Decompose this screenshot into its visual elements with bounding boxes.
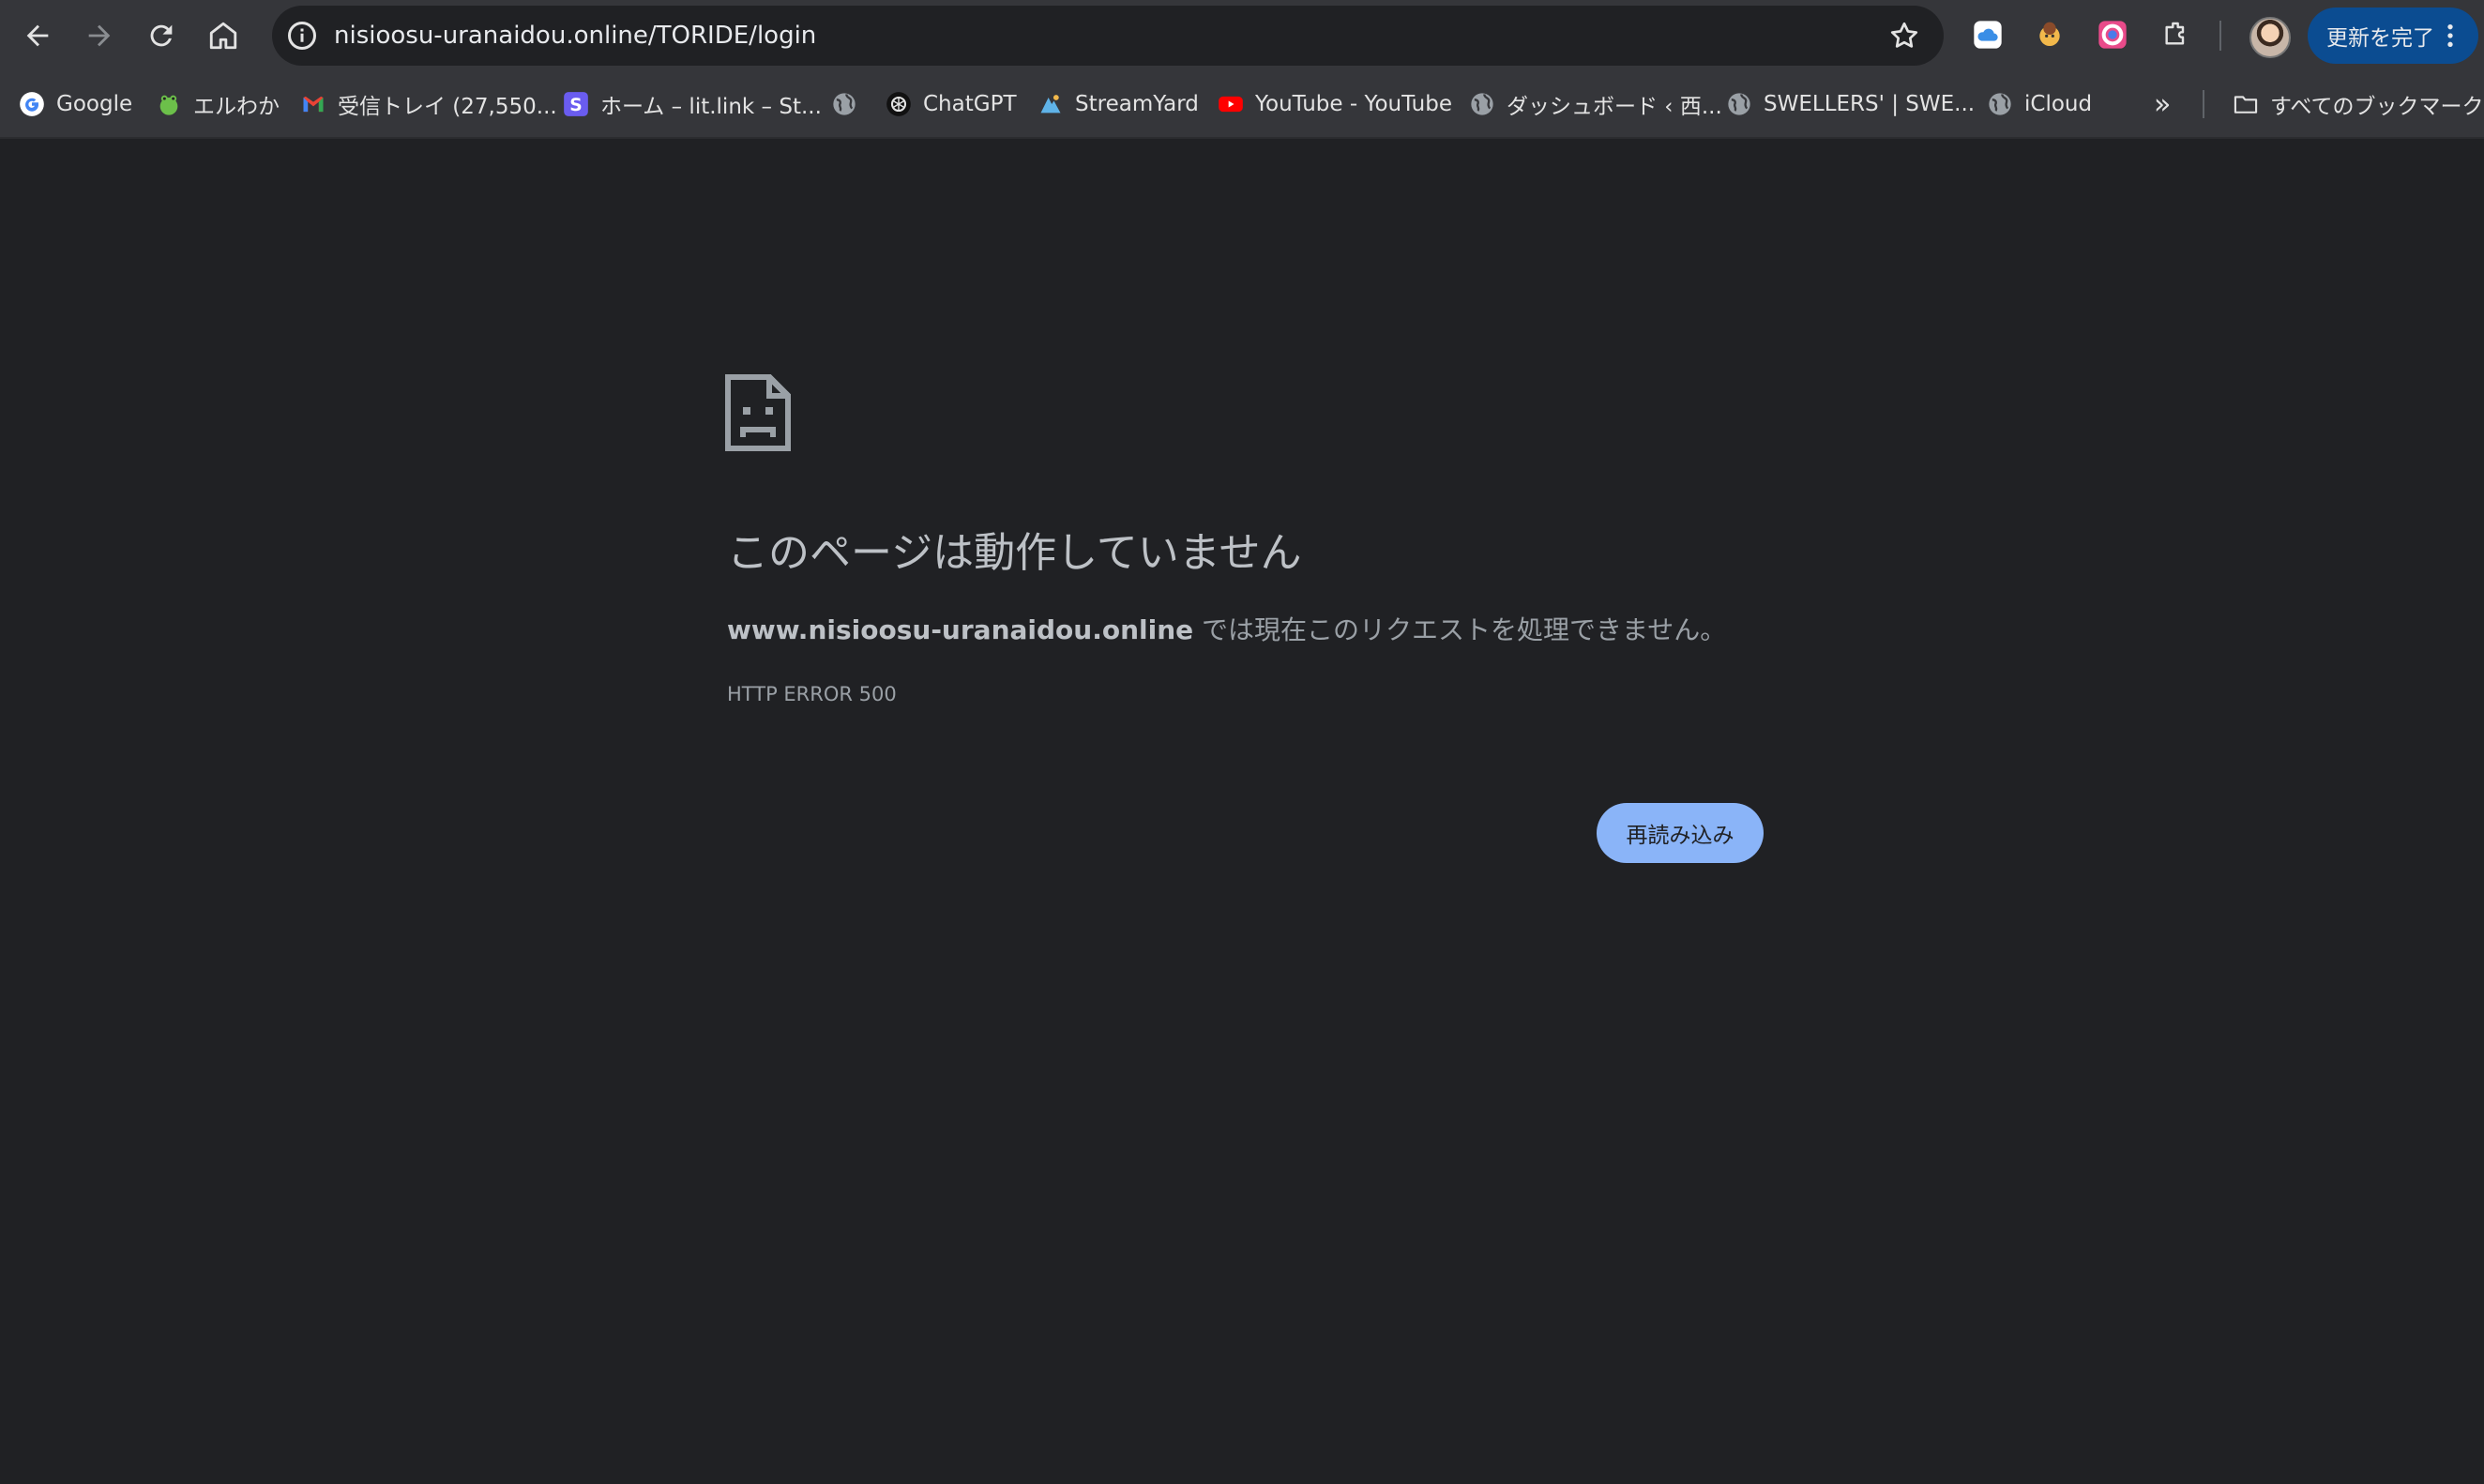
bookmark-gmail[interactable]: 受信トレイ (27,550... bbox=[300, 71, 557, 137]
more-vert-icon[interactable] bbox=[2435, 21, 2465, 51]
bookmark-label: YouTube - YouTube bbox=[1255, 92, 1452, 116]
arrow-left-icon bbox=[26, 24, 49, 47]
sad-page-icon bbox=[724, 373, 792, 452]
globe-icon bbox=[1469, 91, 1495, 117]
bookmark-globe[interactable] bbox=[831, 71, 869, 137]
globe-icon bbox=[1987, 91, 2013, 117]
double-chevron-icon: » bbox=[2154, 87, 2172, 121]
svg-text:S: S bbox=[569, 96, 582, 115]
arrow-right-icon bbox=[88, 24, 111, 47]
chatgpt-icon bbox=[886, 91, 912, 117]
litlink-s-icon: S bbox=[563, 91, 589, 117]
gmail-icon bbox=[300, 91, 326, 117]
star-icon[interactable] bbox=[1887, 19, 1921, 53]
home-button[interactable] bbox=[201, 13, 246, 58]
puzzle-extensions-icon[interactable] bbox=[2158, 17, 2193, 53]
error-host: www.nisioosu-uranaidou.online bbox=[727, 614, 1194, 645]
character-extension-icon[interactable] bbox=[2032, 17, 2067, 53]
reload-button[interactable]: 再読み込み bbox=[1597, 803, 1764, 863]
bookmark-label: 受信トレイ (27,550... bbox=[338, 95, 557, 119]
bookmark-label: StreamYard bbox=[1075, 92, 1199, 116]
bookmark-icloud[interactable]: iCloud bbox=[1987, 71, 2092, 137]
error-code: HTTP ERROR 500 bbox=[727, 683, 897, 705]
bookmark-label: iCloud bbox=[2024, 92, 2093, 116]
google-icon bbox=[19, 91, 45, 117]
youtube-icon bbox=[1218, 91, 1244, 117]
folder-icon bbox=[2233, 91, 2259, 117]
bookmark-label: ダッシュボード ‹ 西... bbox=[1507, 95, 1722, 119]
reload-page-button[interactable] bbox=[139, 13, 184, 58]
refresh-icon bbox=[150, 24, 173, 47]
bookmark-label: SWELLERS' | SWE... bbox=[1764, 92, 1976, 116]
frog-icon bbox=[156, 91, 182, 117]
home-icon bbox=[209, 22, 237, 50]
bookmark-youtube[interactable]: YouTube - YouTube bbox=[1218, 71, 1452, 137]
bookmark-google[interactable]: Google bbox=[19, 71, 132, 137]
browser-toolbar: nisioosu-uranaidou.online/TORIDE/login 更… bbox=[0, 0, 2484, 71]
globe-icon bbox=[831, 91, 857, 117]
update-button[interactable]: 更新を完了 bbox=[2308, 8, 2478, 64]
bookmarks-bar: Google エルわか 受信トレイ (27,550... S ホーム – lit… bbox=[0, 71, 2484, 139]
bookmark-label: Google bbox=[56, 92, 133, 116]
forward-button[interactable] bbox=[77, 13, 122, 58]
error-description: www.nisioosu-uranaidou.online では現在このリクエス… bbox=[727, 610, 1726, 651]
bookmark-swellers[interactable]: SWELLERS' | SWE... bbox=[1726, 71, 1975, 137]
globe-icon bbox=[1726, 91, 1752, 117]
address-bar[interactable]: nisioosu-uranaidou.online/TORIDE/login bbox=[272, 6, 1944, 66]
all-bookmarks-button[interactable]: すべてのブックマーク bbox=[2233, 71, 2483, 137]
url-text[interactable]: nisioosu-uranaidou.online/TORIDE/login bbox=[334, 6, 816, 66]
profile-avatar[interactable] bbox=[2249, 17, 2291, 58]
toolbar-divider bbox=[2219, 21, 2221, 51]
streamyard-icon bbox=[1038, 91, 1064, 117]
back-button[interactable] bbox=[15, 13, 60, 58]
bookmark-dashboard[interactable]: ダッシュボード ‹ 西... bbox=[1469, 71, 1722, 137]
bookmarks-overflow-button[interactable]: » bbox=[2154, 71, 2171, 137]
site-info-icon[interactable] bbox=[285, 19, 319, 53]
bookmark-label: ChatGPT bbox=[923, 92, 1017, 116]
bookmark-chatgpt[interactable]: ChatGPT bbox=[886, 71, 1017, 137]
bookmark-streamyard[interactable]: StreamYard bbox=[1038, 71, 1199, 137]
bookmark-label: エルわか bbox=[193, 95, 280, 119]
bookmark-elwaka[interactable]: エルわか bbox=[156, 71, 280, 137]
error-message: では現在このリクエストを処理できません。 bbox=[1193, 614, 1727, 645]
cloud-extension-icon[interactable] bbox=[1970, 17, 2006, 53]
update-button-label: 更新を完了 bbox=[2326, 26, 2434, 51]
all-bookmarks-label: すべてのブックマーク bbox=[2270, 95, 2484, 119]
bookmarks-divider bbox=[2203, 90, 2204, 118]
bookmark-label: ホーム – lit.link – St... bbox=[600, 95, 822, 119]
page-title: このページは動作していません bbox=[727, 529, 1302, 577]
color-ring-extension-icon[interactable] bbox=[2095, 17, 2130, 53]
bookmark-litlink[interactable]: S ホーム – lit.link – St... bbox=[563, 71, 822, 137]
